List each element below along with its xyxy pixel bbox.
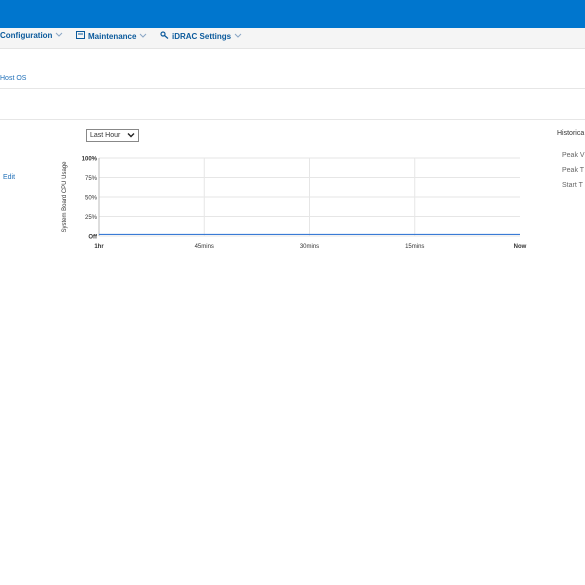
chevron-down-icon xyxy=(55,31,63,40)
nav-maintenance-label: Maintenance xyxy=(88,31,137,41)
nav-idrac-settings[interactable]: iDRAC Settings xyxy=(160,31,242,41)
divider xyxy=(0,88,585,89)
y-tick-label: 100% xyxy=(82,157,98,163)
x-tick-label: 45mins xyxy=(195,244,214,250)
historical-peak-time: Peak T xyxy=(562,167,585,174)
chevron-down-icon xyxy=(127,131,135,142)
x-tick-label: Now xyxy=(514,244,527,250)
key-icon xyxy=(160,31,169,41)
y-tick-label: Off xyxy=(88,235,98,241)
y-axis-label: System Board CPU Usage xyxy=(62,161,68,233)
edit-link[interactable]: Edit xyxy=(3,174,15,181)
top-header-bar xyxy=(0,0,585,28)
maintenance-icon xyxy=(76,31,85,41)
main-nav: Configuration Maintenance iDRAC Settings xyxy=(0,28,585,49)
nav-idrac-settings-label: iDRAC Settings xyxy=(172,31,232,41)
tab-host-os[interactable]: Host OS xyxy=(0,75,26,82)
divider xyxy=(0,119,585,120)
y-tick-label: 25% xyxy=(85,215,98,221)
x-tick-label: 15mins xyxy=(405,244,424,250)
x-tick-label: 30mins xyxy=(300,244,319,250)
historical-start-time: Start T xyxy=(562,182,583,189)
time-range-value: Last Hour xyxy=(90,132,121,139)
time-range-select[interactable]: Last Hour xyxy=(86,129,139,142)
cpu-usage-chart: Off 25% 50% 75% 100% 1hr 45mins 30mins 15mins Now… xyxy=(62,157,527,251)
nav-configuration-label: Configuration xyxy=(0,31,53,40)
historical-title: Historica xyxy=(557,130,585,137)
chevron-down-icon xyxy=(139,32,147,41)
x-tick-label: 1hr xyxy=(94,244,104,250)
historical-peak-value: Peak V xyxy=(562,152,585,159)
chevron-down-icon xyxy=(234,32,242,41)
y-tick-label: 50% xyxy=(85,196,98,202)
y-tick-label: 75% xyxy=(85,176,98,182)
nav-maintenance[interactable]: Maintenance xyxy=(76,31,147,41)
nav-configuration[interactable]: Configuration xyxy=(0,31,63,40)
